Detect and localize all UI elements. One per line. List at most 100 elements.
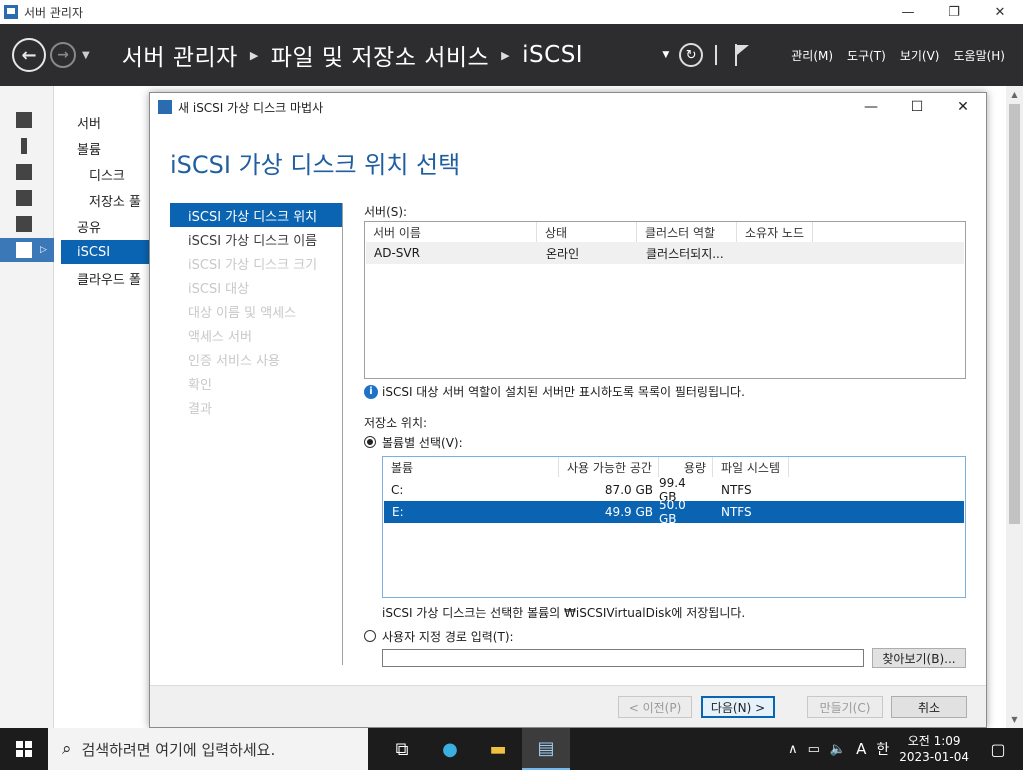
scroll-down-icon[interactable]: ▼ xyxy=(1006,711,1023,728)
tree-item-shares[interactable]: 공유 xyxy=(61,214,155,238)
tree-item-volumes[interactable]: 볼륨 xyxy=(61,136,155,160)
column-file-system[interactable]: 파일 시스템 xyxy=(713,457,789,477)
volume-muted-icon[interactable]: 🔈 xyxy=(830,742,846,757)
search-placeholder: 검색하려면 여기에 입력하세요. xyxy=(81,740,276,759)
step-name[interactable]: iSCSI 가상 디스크 이름 xyxy=(170,227,342,251)
menu-manage[interactable]: 관리(M) xyxy=(791,47,833,64)
column-volume[interactable]: 볼륨 xyxy=(383,457,559,477)
tree-item-iscsi[interactable]: iSCSI xyxy=(61,240,155,264)
file-services-nav[interactable] xyxy=(0,186,54,210)
volume-list[interactable]: 볼륨 사용 가능한 공간 용량 파일 시스템 C: 87.0 GB 99.4 G… xyxy=(382,456,966,598)
task-view-icon: ⧉ xyxy=(395,738,409,760)
history-dropdown-icon[interactable]: ▼ xyxy=(82,50,90,61)
menu-help[interactable]: 도움말(H) xyxy=(953,47,1005,64)
menu-view[interactable]: 보기(V) xyxy=(900,47,940,64)
table-row[interactable]: AD-SVR 온라인 클러스터되지... xyxy=(366,242,964,264)
clock[interactable]: 오전 1:09 2023-01-04 xyxy=(899,733,969,765)
server-icon xyxy=(21,138,27,154)
file-explorer-button[interactable]: ▬ xyxy=(474,728,522,770)
next-button[interactable]: 다음(N) > xyxy=(701,696,775,718)
server-manager-taskbar-button[interactable]: ▤ xyxy=(522,728,570,770)
wizard-footer: < 이전(P) 다음(N) > 만들기(C) 취소 xyxy=(150,685,986,727)
storage-location-label: 저장소 위치: xyxy=(364,416,428,430)
all-servers-nav[interactable] xyxy=(0,160,54,184)
scroll-up-icon[interactable]: ▲ xyxy=(1006,86,1023,103)
wizard-minimize-button[interactable]: — xyxy=(848,93,894,121)
column-server-name[interactable]: 서버 이름 xyxy=(365,222,537,242)
forward-button[interactable]: → xyxy=(50,42,76,68)
column-cluster-role[interactable]: 클러스터 역할 xyxy=(637,222,737,242)
server-manager-icon: ▤ xyxy=(537,737,555,759)
arrow-left-icon: ← xyxy=(21,44,37,66)
browse-button[interactable]: 찾아보기(B)... xyxy=(872,648,966,668)
clock-date: 2023-01-04 xyxy=(899,750,969,764)
cancel-button[interactable]: 취소 xyxy=(891,696,967,718)
left-icon-nav: ▷ xyxy=(0,86,54,728)
volume-cell: E: xyxy=(392,505,404,519)
server-label: 서버(S): xyxy=(364,205,408,219)
column-capacity[interactable]: 용량 xyxy=(659,457,713,477)
info-text: iSCSI 대상 서버 역할이 설치된 서버만 표시하도록 목록이 필터링됩니다… xyxy=(382,385,745,399)
volume-list-header: 볼륨 사용 가능한 공간 용량 파일 시스템 xyxy=(383,457,965,477)
breadcrumb-item: iSCSI xyxy=(522,42,584,68)
server-list[interactable]: 서버 이름 상태 클러스터 역할 소유자 노드 AD-SVR 온라인 클러스터되… xyxy=(364,221,966,379)
main-scrollbar[interactable]: ▲ ▼ xyxy=(1006,86,1023,728)
input-language[interactable]: A xyxy=(856,740,866,758)
notification-center-button[interactable]: ▢ xyxy=(983,728,1023,770)
wizard-close-button[interactable]: ✕ xyxy=(940,93,986,121)
network-icon[interactable]: ▭ xyxy=(808,742,820,757)
previous-button[interactable]: < 이전(P) xyxy=(618,696,692,718)
radio-unchecked-icon[interactable] xyxy=(364,630,376,642)
column-free-space[interactable]: 사용 가능한 공간 xyxy=(559,457,659,477)
radio-select-by-volume-label[interactable]: 볼륨별 선택(V): xyxy=(382,434,463,451)
start-button[interactable] xyxy=(0,728,48,770)
step-confirmation: 확인 xyxy=(188,377,212,393)
taskbar-search[interactable]: ⌕ 검색하려면 여기에 입력하세요. xyxy=(48,728,368,770)
radio-custom-path-label[interactable]: 사용자 지정 경로 입력(T): xyxy=(382,628,514,645)
file-storage-tree: 서버 볼륨 디스크 저장소 풀 공유 iSCSI 클라우드 폴 xyxy=(55,86,155,728)
minimize-button[interactable]: — xyxy=(885,0,931,24)
refresh-button[interactable]: ↻ xyxy=(679,43,704,67)
step-target: iSCSI 대상 xyxy=(188,281,250,297)
tree-item-servers[interactable]: 서버 xyxy=(61,110,155,134)
menu-tools[interactable]: 도구(T) xyxy=(847,47,886,64)
folder-icon: ▬ xyxy=(489,738,507,760)
wizard-content: 서버(S): 서버 이름 상태 클러스터 역할 소유자 노드 AD-SVR 온라… xyxy=(364,203,968,668)
server-status-cell: 온라인 xyxy=(546,246,580,261)
task-view-button[interactable]: ⧉ xyxy=(378,728,426,770)
ad-nav[interactable] xyxy=(0,212,54,236)
radio-custom-path[interactable]: 사용자 지정 경로 입력(T): xyxy=(364,628,968,644)
capacity-cell: 99.4 GB xyxy=(659,476,686,504)
step-results: 결과 xyxy=(188,401,212,417)
server-name-cell: AD-SVR xyxy=(374,246,420,260)
ad-icon xyxy=(16,216,32,232)
scroll-thumb[interactable] xyxy=(1009,104,1020,524)
restore-button[interactable]: ❐ xyxy=(931,0,977,24)
tree-item-cloud[interactable]: 클라우드 폴 xyxy=(61,266,155,290)
column-status[interactable]: 상태 xyxy=(537,222,637,242)
custom-path-input[interactable] xyxy=(382,649,864,667)
servers-icon xyxy=(16,164,32,180)
notifications-flag-icon[interactable] xyxy=(735,44,750,66)
local-server-nav[interactable] xyxy=(0,134,54,158)
wizard-icon xyxy=(158,100,172,114)
close-button[interactable]: ✕ xyxy=(977,0,1023,24)
step-location[interactable]: iSCSI 가상 디스크 위치 xyxy=(170,203,342,227)
tray-chevron-icon[interactable]: ∧ xyxy=(788,742,798,757)
radio-checked-icon[interactable] xyxy=(364,436,376,448)
edge-button[interactable]: ● xyxy=(426,728,474,770)
file-storage-nav[interactable]: ▷ xyxy=(0,238,54,262)
volume-cell: C: xyxy=(391,483,404,497)
create-button[interactable]: 만들기(C) xyxy=(807,696,883,718)
back-button[interactable]: ← xyxy=(12,38,46,72)
tree-item-disks[interactable]: 디스크 xyxy=(61,162,155,186)
breadcrumb-dropdown-icon[interactable]: ▼ xyxy=(662,50,669,60)
step-size: iSCSI 가상 디스크 크기 xyxy=(188,257,318,273)
tree-item-storage-pools[interactable]: 저장소 풀 xyxy=(61,188,155,212)
column-owner-node[interactable]: 소유자 노드 xyxy=(737,222,813,242)
wizard-maximize-button[interactable]: ☐ xyxy=(894,93,940,121)
table-row[interactable]: E: 49.9 GB 50.0 GB NTFS xyxy=(384,498,964,526)
radio-select-by-volume[interactable]: 볼륨별 선택(V): xyxy=(364,434,968,450)
dashboard-nav[interactable] xyxy=(0,108,54,132)
ime-indicator[interactable]: 한 xyxy=(876,739,889,759)
